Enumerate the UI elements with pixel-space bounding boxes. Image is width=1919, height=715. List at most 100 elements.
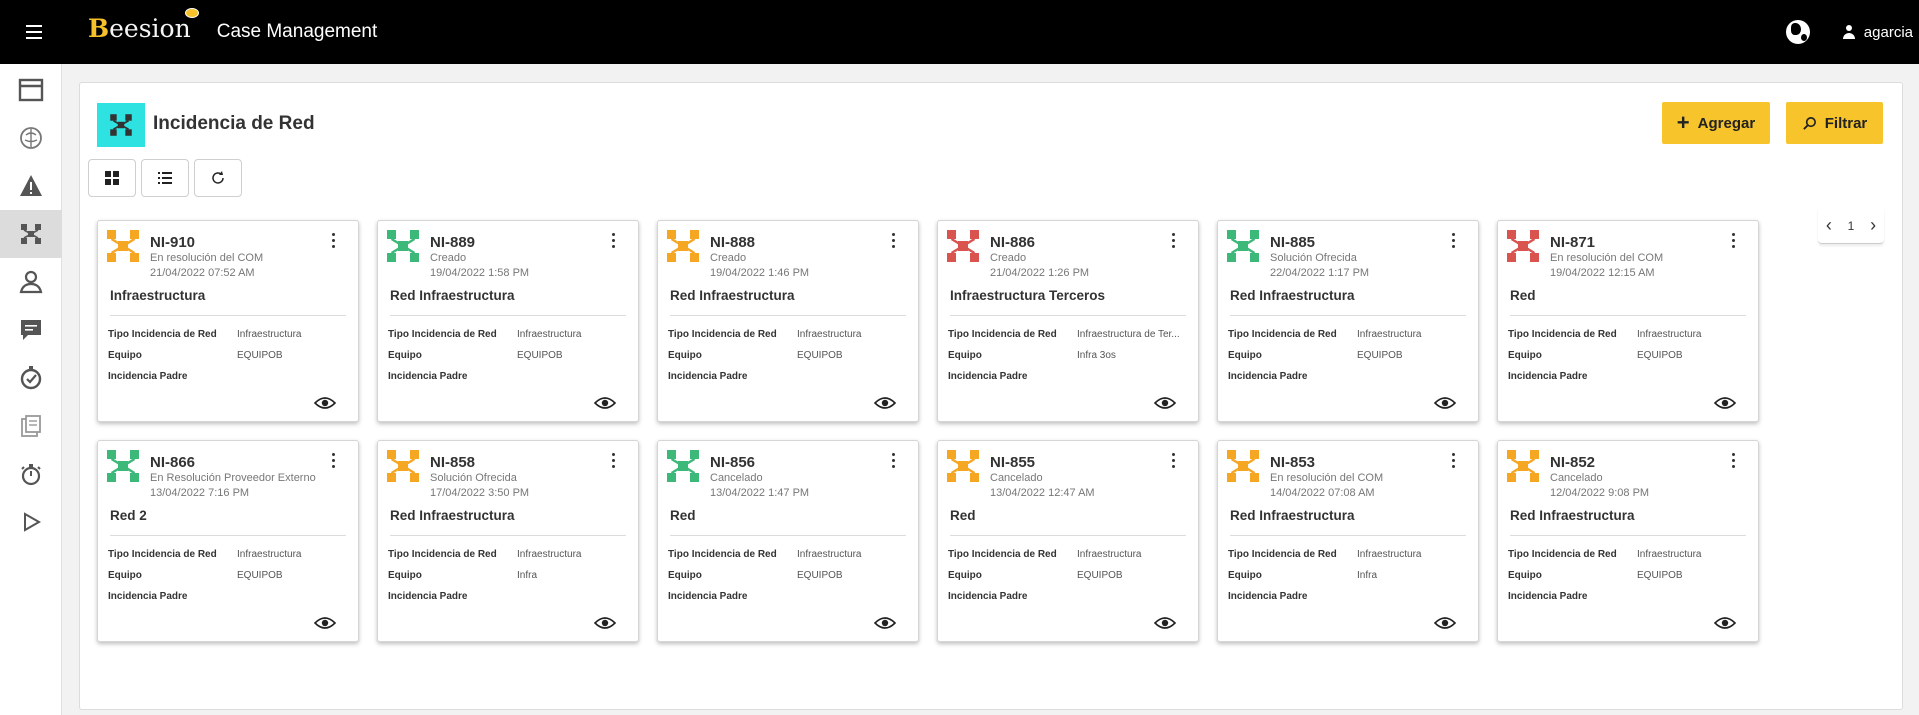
more-options-icon[interactable]	[1730, 453, 1736, 471]
eye-icon[interactable]	[314, 396, 336, 410]
field-label-padre: Incidencia Padre	[108, 591, 188, 602]
eye-icon[interactable]	[314, 616, 336, 630]
user-menu[interactable]: agarcia	[1842, 24, 1913, 41]
field-value-tipo: Infraestructura	[1357, 549, 1422, 560]
grid-view-button[interactable]	[88, 159, 136, 197]
pagination: ‹ 1 ›	[1818, 208, 1884, 244]
sidebar-item-timer[interactable]	[0, 354, 62, 402]
incident-card[interactable]: NI-852 Cancelado 12/04/2022 9:08 PM Red …	[1497, 440, 1759, 642]
more-options-icon[interactable]	[890, 233, 896, 251]
timer-check-icon	[20, 366, 42, 390]
divider	[670, 535, 906, 536]
incident-card[interactable]: NI-856 Cancelado 13/04/2022 1:47 PM Red …	[657, 440, 919, 642]
eye-icon[interactable]	[1434, 396, 1456, 410]
eye-icon[interactable]	[1714, 616, 1736, 630]
more-options-icon[interactable]	[1450, 233, 1456, 251]
incident-date: 21/04/2022 07:52 AM	[150, 267, 255, 279]
field-label-equipo: Equipo	[948, 350, 982, 361]
sidebar-item-window[interactable]	[0, 66, 62, 114]
sidebar-item-play[interactable]	[0, 498, 62, 546]
field-value-tipo: Infraestructura	[797, 329, 862, 340]
sidebar-item-documents[interactable]	[0, 402, 62, 450]
incident-card[interactable]: NI-855 Cancelado 13/04/2022 12:47 AM Red…	[937, 440, 1199, 642]
eye-icon[interactable]	[1714, 396, 1736, 410]
incident-card[interactable]: NI-886 Creado 21/04/2022 1:26 PM Infraes…	[937, 220, 1199, 422]
eye-icon[interactable]	[1434, 616, 1456, 630]
more-options-icon[interactable]	[330, 233, 336, 251]
field-label-equipo: Equipo	[388, 350, 422, 361]
sidebar-item-network[interactable]	[0, 210, 62, 258]
sidebar-item-chat[interactable]	[0, 306, 62, 354]
incident-card[interactable]: NI-889 Creado 19/04/2022 1:58 PM Red Inf…	[377, 220, 639, 422]
filter-button[interactable]: Filtrar	[1786, 102, 1883, 144]
page-title: Incidencia de Red	[153, 113, 315, 134]
field-label-tipo: Tipo Incidencia de Red	[948, 549, 1057, 560]
brain-icon	[20, 127, 42, 149]
eye-icon[interactable]	[874, 616, 896, 630]
eye-icon[interactable]	[874, 396, 896, 410]
field-label-equipo: Equipo	[668, 570, 702, 581]
incident-date: 19/04/2022 1:46 PM	[710, 267, 810, 279]
main-panel: Incidencia de Red + Agregar Filtrar ‹ 1 …	[79, 82, 1903, 710]
field-label-tipo: Tipo Incidencia de Red	[108, 329, 217, 340]
divider	[950, 315, 1186, 316]
incident-card[interactable]: NI-885 Solución Ofrecida 22/04/2022 1:17…	[1217, 220, 1479, 422]
more-options-icon[interactable]	[610, 453, 616, 471]
field-label-padre: Incidencia Padre	[948, 371, 1028, 382]
incident-id: NI-910	[150, 234, 196, 251]
incident-title: Red Infraestructura	[670, 288, 795, 303]
sidebar-item-brain[interactable]	[0, 114, 62, 162]
sidebar-item-alerts[interactable]	[0, 162, 62, 210]
field-label-tipo: Tipo Incidencia de Red	[948, 329, 1057, 340]
more-options-icon[interactable]	[1730, 233, 1736, 251]
incident-status: Cancelado	[710, 472, 763, 484]
incident-title: Red Infraestructura	[390, 288, 515, 303]
prev-page-icon[interactable]: ‹	[1826, 215, 1832, 236]
network-status-icon	[1507, 450, 1539, 482]
next-page-icon[interactable]: ›	[1870, 215, 1876, 236]
group-icon	[19, 270, 43, 294]
incident-date: 19/04/2022 1:58 PM	[430, 267, 530, 279]
field-label-tipo: Tipo Incidencia de Red	[108, 549, 217, 560]
list-view-button[interactable]	[141, 159, 189, 197]
sidebar-item-stopwatch[interactable]	[0, 450, 62, 498]
incident-title: Infraestructura Terceros	[950, 288, 1106, 303]
incident-id: NI-888	[710, 234, 756, 251]
more-options-icon[interactable]	[330, 453, 336, 471]
field-value-equipo: Infra	[1357, 570, 1378, 581]
field-label-equipo: Equipo	[948, 570, 982, 581]
incident-card[interactable]: NI-858 Solución Ofrecida 17/04/2022 3:50…	[377, 440, 639, 642]
incident-id: NI-889	[430, 234, 476, 251]
eye-icon[interactable]	[594, 616, 616, 630]
more-options-icon[interactable]	[890, 453, 896, 471]
incident-date: 13/04/2022 7:16 PM	[150, 487, 250, 499]
incident-status: En resolución del COM	[1270, 472, 1384, 484]
sidebar	[0, 64, 62, 715]
eye-icon[interactable]	[1154, 396, 1176, 410]
refresh-button[interactable]	[194, 159, 242, 197]
field-value-equipo: EQUIPOB	[517, 350, 563, 361]
eye-icon[interactable]	[594, 396, 616, 410]
incident-card[interactable]: NI-866 En Resolución Proveedor Externo 1…	[97, 440, 359, 642]
globe-icon[interactable]	[1785, 20, 1810, 44]
field-label-equipo: Equipo	[388, 570, 422, 581]
refresh-icon	[212, 171, 224, 184]
incident-id: NI-855	[990, 454, 1036, 471]
incident-card[interactable]: NI-910 En resolución del COM 21/04/2022 …	[97, 220, 359, 422]
more-options-icon[interactable]	[610, 233, 616, 251]
incident-status: Cancelado	[1550, 472, 1603, 484]
field-label-padre: Incidencia Padre	[388, 371, 468, 382]
add-button[interactable]: + Agregar	[1662, 102, 1770, 144]
field-value-equipo: EQUIPOB	[1637, 570, 1683, 581]
eye-icon[interactable]	[1154, 616, 1176, 630]
more-options-icon[interactable]	[1170, 233, 1176, 251]
incident-card[interactable]: NI-853 En resolución del COM 14/04/2022 …	[1217, 440, 1479, 642]
sidebar-item-group[interactable]	[0, 258, 62, 306]
incident-card[interactable]: NI-888 Creado 19/04/2022 1:46 PM Red Inf…	[657, 220, 919, 422]
field-label-equipo: Equipo	[108, 570, 142, 581]
more-options-icon[interactable]	[1450, 453, 1456, 471]
field-value-tipo: Infraestructura	[1077, 549, 1142, 560]
more-options-icon[interactable]	[1170, 453, 1176, 471]
menu-icon[interactable]	[22, 19, 50, 45]
incident-card[interactable]: NI-871 En resolución del COM 19/04/2022 …	[1497, 220, 1759, 422]
